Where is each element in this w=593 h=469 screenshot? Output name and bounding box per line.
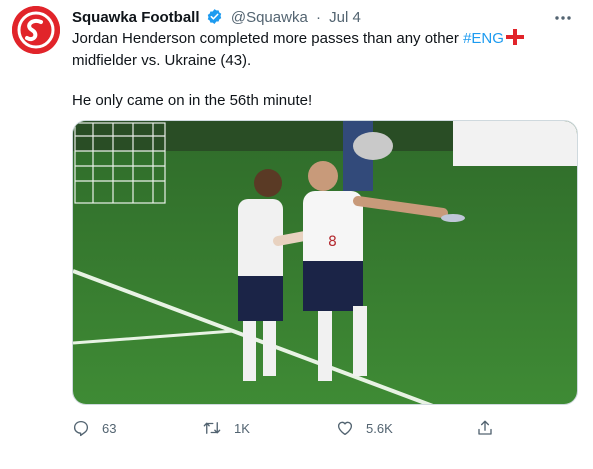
tweet-text-line1: Jordan Henderson completed more passes t…	[72, 30, 464, 47]
tweet-text: Jordan Henderson completed more passes t…	[72, 29, 572, 111]
reply-count: 63	[102, 420, 117, 436]
verified-badge-icon	[206, 8, 223, 30]
author-handle[interactable]: @Squawka	[231, 9, 308, 26]
retweet-button[interactable]: 1K	[202, 416, 250, 440]
share-icon	[478, 420, 492, 435]
reply-icon	[73, 420, 89, 437]
tweet-card[interactable]: Squawka Football @Squawka · Jul 4 Jordan…	[0, 0, 593, 469]
squawka-logo-icon	[12, 6, 60, 54]
author-name[interactable]: Squawka Football	[72, 9, 200, 26]
tweet-text-line2: He only came on in the 56th minute!	[72, 92, 313, 109]
retweet-icon	[203, 422, 221, 434]
reply-button[interactable]: 63	[72, 416, 116, 440]
tweet-date[interactable]: Jul 4	[329, 9, 361, 26]
tweet-actions: 63 1K 5.6K	[72, 416, 502, 440]
like-count: 5.6K	[366, 420, 393, 436]
share-button[interactable]	[476, 416, 494, 440]
retweet-count: 1K	[234, 420, 250, 436]
heart-icon	[337, 421, 353, 436]
like-button[interactable]: 5.6K	[336, 416, 393, 440]
hashtag-link[interactable]: #ENG	[463, 30, 504, 47]
header-separator: ·	[315, 9, 321, 26]
tweet-header: Squawka Football @Squawka · Jul 4	[72, 8, 361, 30]
author-avatar[interactable]	[12, 6, 60, 54]
tweet-image[interactable]: 8	[72, 120, 578, 405]
svg-text:8: 8	[328, 234, 337, 250]
england-flag-icon	[505, 29, 524, 51]
tweet-text-line1-cont: midfielder vs. Ukraine (43).	[72, 52, 252, 69]
more-options-icon[interactable]	[553, 10, 573, 26]
